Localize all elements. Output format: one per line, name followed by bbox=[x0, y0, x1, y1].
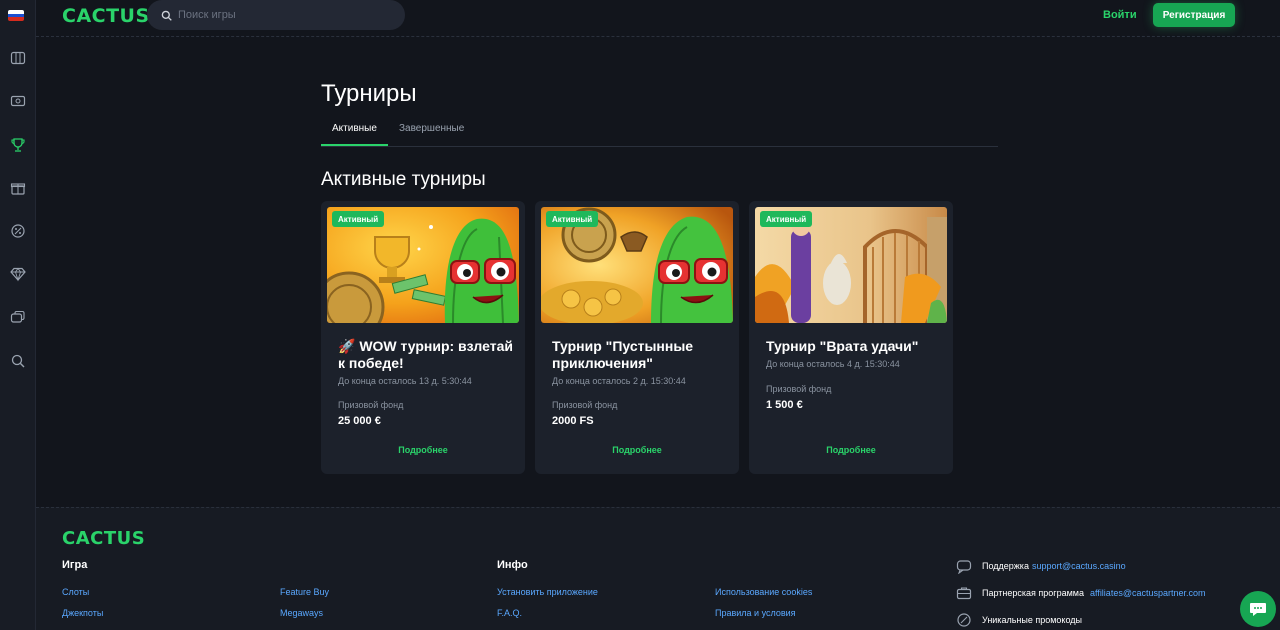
search-input[interactable] bbox=[178, 9, 398, 21]
flag-ru-icon[interactable] bbox=[8, 10, 24, 21]
chat-icon[interactable] bbox=[6, 306, 30, 330]
tournament-image: Активный bbox=[755, 207, 947, 323]
tournament-timer: До конца осталось 4 д. 15:30:44 bbox=[766, 359, 900, 369]
status-badge: Активный bbox=[760, 211, 813, 227]
footer-heading-info: Инфо bbox=[497, 559, 528, 571]
tournament-image: Активный bbox=[327, 207, 519, 323]
ticket-icon[interactable] bbox=[6, 89, 30, 113]
active-tab-indicator bbox=[321, 144, 388, 146]
partner-label: Партнерская программа bbox=[982, 588, 1084, 598]
footer-link-install-app[interactable]: Установить приложение bbox=[497, 587, 598, 597]
top-header: CACTUS Войти Регистрация bbox=[36, 0, 1280, 37]
footer-link-megaways[interactable]: Megaways bbox=[280, 608, 323, 618]
tab-finished[interactable]: Завершенные bbox=[399, 123, 464, 134]
promo-percent-icon bbox=[957, 613, 971, 627]
diamond-icon[interactable] bbox=[6, 262, 30, 286]
footer-heading-game: Игра bbox=[62, 559, 88, 571]
login-link[interactable]: Войти bbox=[1103, 9, 1137, 21]
search-icon[interactable] bbox=[6, 349, 30, 373]
footer-link-cookies[interactable]: Использование cookies bbox=[715, 587, 812, 597]
more-button[interactable]: Подробнее bbox=[321, 445, 525, 455]
support-line: Поддержка support@cactus.casino bbox=[956, 558, 1126, 574]
trophy-icon[interactable] bbox=[6, 133, 30, 157]
more-button[interactable]: Подробнее bbox=[535, 445, 739, 455]
section-title: Активные турниры bbox=[321, 169, 486, 190]
chat-widget-button[interactable] bbox=[1240, 591, 1276, 627]
tournament-card[interactable]: Активный Турнир "Пустынные приключения" … bbox=[535, 201, 739, 474]
cactus-logo[interactable]: CACTUS bbox=[62, 5, 150, 27]
tournament-card[interactable]: Активный Турнир "Врата удачи" До конца о… bbox=[749, 201, 953, 474]
prize-label: Призовой фонд bbox=[338, 400, 404, 410]
prize-value: 25 000 € bbox=[338, 415, 381, 427]
chat-icon bbox=[1250, 603, 1266, 616]
support-label: Поддержка bbox=[982, 561, 1029, 571]
tournament-title[interactable]: Турнир "Врата удачи" bbox=[766, 338, 946, 355]
prize-value: 2000 FS bbox=[552, 415, 594, 427]
promo-icon[interactable] bbox=[6, 219, 30, 243]
tournament-timer: До конца осталось 2 д. 15:30:44 bbox=[552, 376, 686, 386]
tournament-image: Активный bbox=[541, 207, 733, 323]
tab-active[interactable]: Активные bbox=[332, 123, 377, 134]
footer-link-jackpots[interactable]: Джекпоты bbox=[62, 608, 103, 618]
promo-label[interactable]: Уникальные промокоды bbox=[982, 615, 1082, 625]
footer-logo[interactable]: CACTUS bbox=[62, 528, 145, 549]
tabs-bar: Активные Завершенные bbox=[321, 115, 998, 147]
tournament-title[interactable]: 🚀 WOW турнир: взлетай к победе! bbox=[338, 338, 518, 372]
tournament-timer: До конца осталось 13 д. 5:30:44 bbox=[338, 376, 472, 386]
prize-label: Призовой фонд bbox=[552, 400, 618, 410]
prize-value: 1 500 € bbox=[766, 399, 803, 411]
slots-icon[interactable] bbox=[6, 46, 30, 70]
tournament-title[interactable]: Турнир "Пустынные приключения" bbox=[552, 338, 732, 372]
gift-icon[interactable] bbox=[6, 176, 30, 200]
register-button[interactable]: Регистрация bbox=[1153, 3, 1235, 27]
page-title: Турниры bbox=[321, 80, 417, 107]
briefcase-icon bbox=[956, 587, 972, 600]
status-badge: Активный bbox=[546, 211, 599, 227]
search-box[interactable] bbox=[147, 0, 405, 30]
tournament-card[interactable]: Активный 🚀 WOW турнир: взлетай к победе!… bbox=[321, 201, 525, 474]
sidebar-rail bbox=[0, 0, 36, 630]
chat-bubble-icon bbox=[956, 560, 972, 574]
partner-email-link[interactable]: affiliates@cactuspartner.com bbox=[1090, 588, 1206, 598]
more-button[interactable]: Подробнее bbox=[749, 445, 953, 455]
footer-link-faq[interactable]: F.A.Q. bbox=[497, 608, 522, 618]
status-badge: Активный bbox=[332, 211, 385, 227]
footer: CACTUS Игра Инфо Слоты Джекпоты Feature … bbox=[36, 507, 1280, 630]
support-email-link[interactable]: support@cactus.casino bbox=[1032, 561, 1126, 571]
footer-link-slots[interactable]: Слоты bbox=[62, 587, 89, 597]
promo-line: Уникальные промокоды bbox=[956, 612, 1082, 628]
footer-link-feature-buy[interactable]: Feature Buy bbox=[280, 587, 329, 597]
footer-link-terms[interactable]: Правила и условия bbox=[715, 608, 796, 618]
prize-label: Призовой фонд bbox=[766, 384, 832, 394]
search-icon bbox=[161, 10, 172, 21]
partner-line: Партнерская программа affiliates@cactusp… bbox=[956, 585, 1206, 601]
